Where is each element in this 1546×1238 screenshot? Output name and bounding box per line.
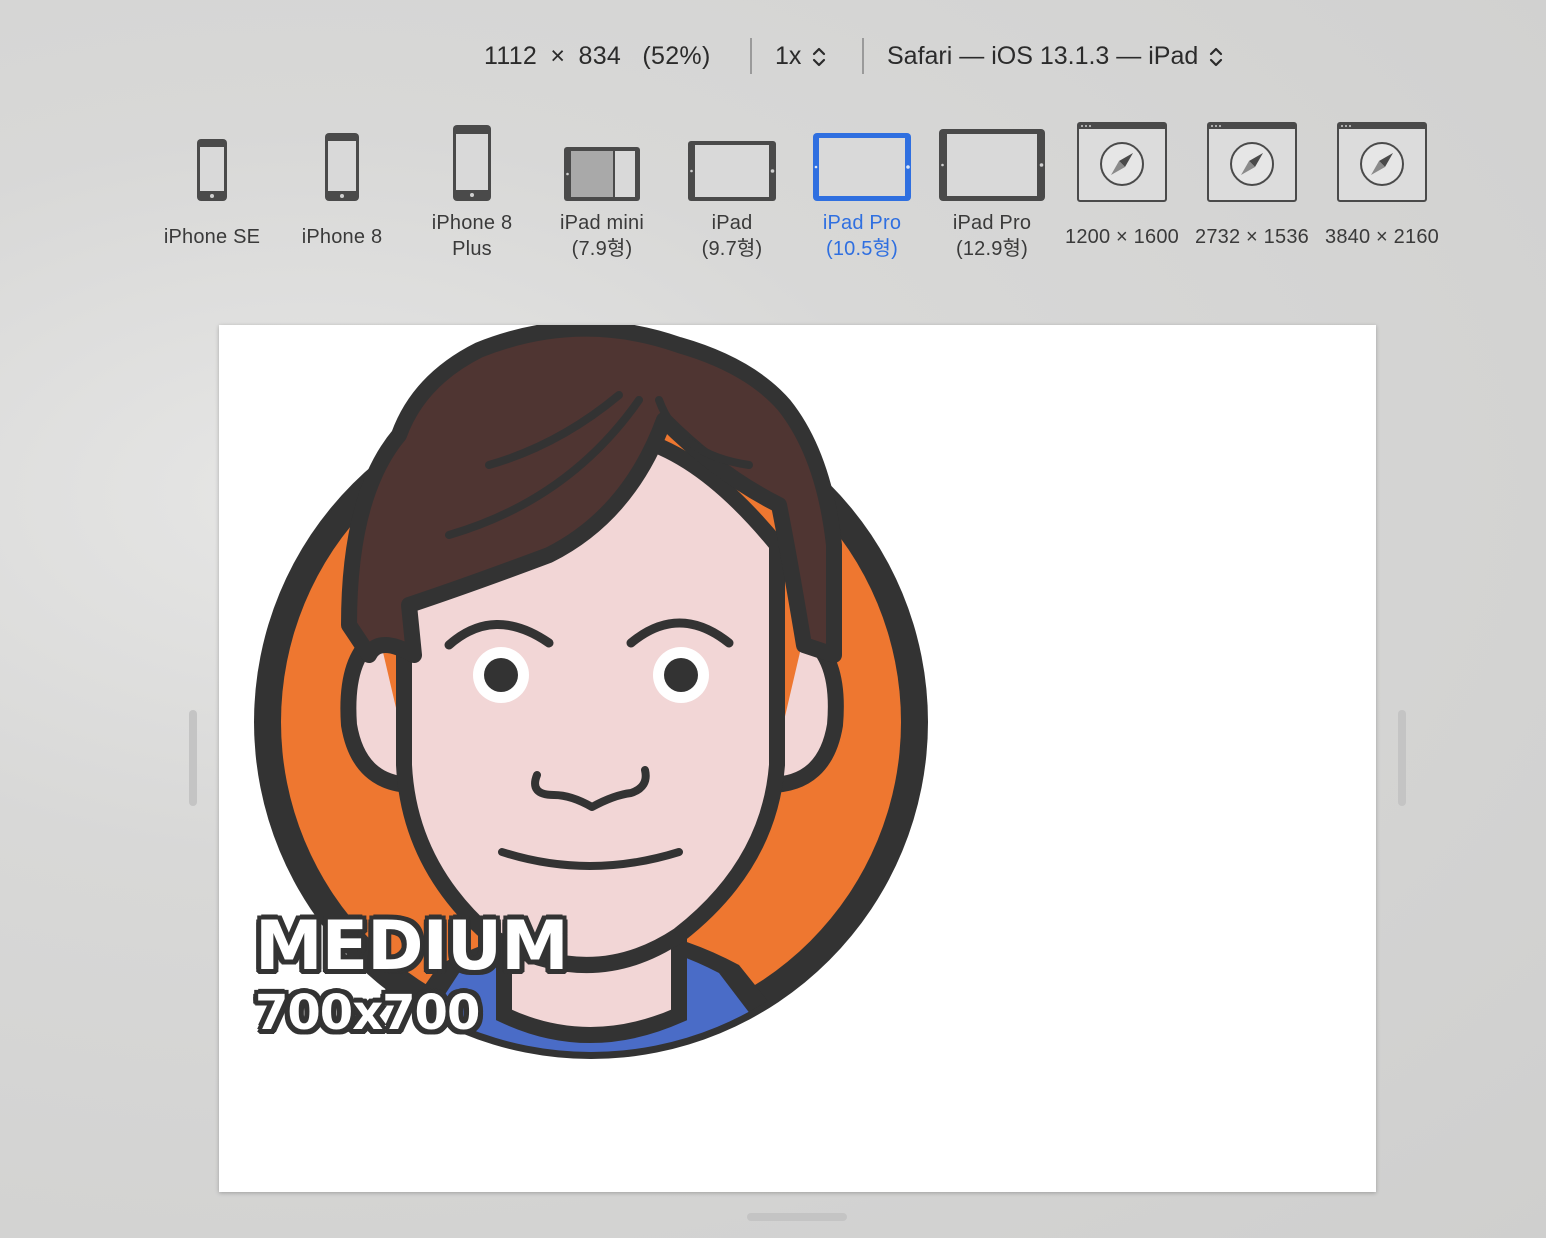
device-ipad[interactable]: iPad (9.7형) bbox=[667, 120, 797, 262]
device-iphone-8-plus[interactable]: iPhone 8 Plus bbox=[407, 120, 537, 262]
device-presets: iPhone SE iPhone 8 iPhone 8 Plus iPad mi… bbox=[0, 120, 1546, 270]
up-down-chevron-icon bbox=[1210, 48, 1223, 67]
resize-handle-left[interactable] bbox=[189, 710, 197, 806]
device-label: (10.5형) bbox=[825, 238, 899, 260]
device-label: iPad Pro bbox=[822, 212, 902, 234]
viewport-dimensions: 1112 × 834 (52%) bbox=[484, 42, 711, 71]
device-label: iPad Pro bbox=[952, 212, 1032, 234]
size-badge-subtitle: 700x700 bbox=[255, 985, 480, 1041]
user-agent-value: Safari — iOS 13.1.3 — iPad bbox=[887, 42, 1199, 70]
ipad-icon bbox=[688, 141, 776, 201]
device-label: 3840 × 2160 bbox=[1325, 226, 1439, 248]
device-custom-3840x2160[interactable]: 3840 × 2160 bbox=[1317, 120, 1447, 250]
resize-handle-right[interactable] bbox=[1398, 710, 1406, 806]
iphone-icon bbox=[453, 125, 491, 201]
device-label: 1200 × 1600 bbox=[1065, 226, 1179, 248]
device-label: Plus bbox=[452, 238, 492, 260]
device-label: iPhone 8 bbox=[301, 226, 383, 248]
safari-window-icon bbox=[1337, 122, 1427, 202]
ipad-icon bbox=[813, 133, 911, 201]
device-label: iPhone 8 bbox=[431, 212, 513, 234]
device-label: iPad mini bbox=[559, 212, 645, 234]
device-custom-1200x1600[interactable]: 1200 × 1600 bbox=[1057, 120, 1187, 250]
device-ipad-pro-12-9[interactable]: iPad Pro (12.9형) bbox=[927, 120, 1057, 262]
device-ipad-pro-10-5[interactable]: iPad Pro (10.5형) bbox=[797, 120, 927, 262]
ipad-icon bbox=[939, 129, 1045, 201]
device-label: (9.7형) bbox=[701, 238, 763, 260]
device-iphone-8[interactable]: iPhone 8 bbox=[277, 120, 407, 250]
safari-window-icon bbox=[1207, 122, 1297, 202]
iphone-icon bbox=[325, 133, 359, 201]
device-iphone-se[interactable]: iPhone SE bbox=[147, 120, 277, 250]
up-down-chevron-icon bbox=[813, 48, 826, 67]
ipad-split-icon bbox=[564, 147, 640, 201]
pixel-ratio-value: 1x bbox=[775, 42, 802, 70]
responsive-toolbar: 1112 × 834 (52%) 1x Safari — iOS 13.1.3 … bbox=[0, 30, 1546, 86]
device-label: 2732 × 1536 bbox=[1195, 226, 1309, 248]
user-agent-select[interactable]: Safari — iOS 13.1.3 — iPad bbox=[887, 42, 1223, 71]
divider bbox=[862, 38, 864, 74]
viewport-height[interactable]: 834 bbox=[579, 42, 622, 70]
device-label: (7.9형) bbox=[571, 238, 633, 260]
viewport-width[interactable]: 1112 bbox=[484, 42, 537, 70]
device-custom-2732x1536[interactable]: 2732 × 1536 bbox=[1187, 120, 1317, 250]
size-badge-title: MEDIUM bbox=[255, 907, 569, 986]
device-label: iPhone SE bbox=[163, 226, 261, 248]
device-ipad-mini[interactable]: iPad mini (7.9형) bbox=[537, 120, 667, 262]
divider bbox=[750, 38, 752, 74]
safari-window-icon bbox=[1077, 122, 1167, 202]
pixel-ratio-select[interactable]: 1x bbox=[775, 42, 826, 71]
times-sign: × bbox=[550, 42, 566, 70]
iphone-icon bbox=[197, 139, 227, 201]
resize-handle-bottom[interactable] bbox=[747, 1213, 847, 1221]
device-label: (12.9형) bbox=[955, 238, 1029, 260]
device-label: iPad bbox=[711, 212, 753, 234]
page-viewport[interactable]: MEDIUM 700x700 bbox=[219, 325, 1376, 1192]
zoom-percent: (52%) bbox=[642, 42, 711, 70]
